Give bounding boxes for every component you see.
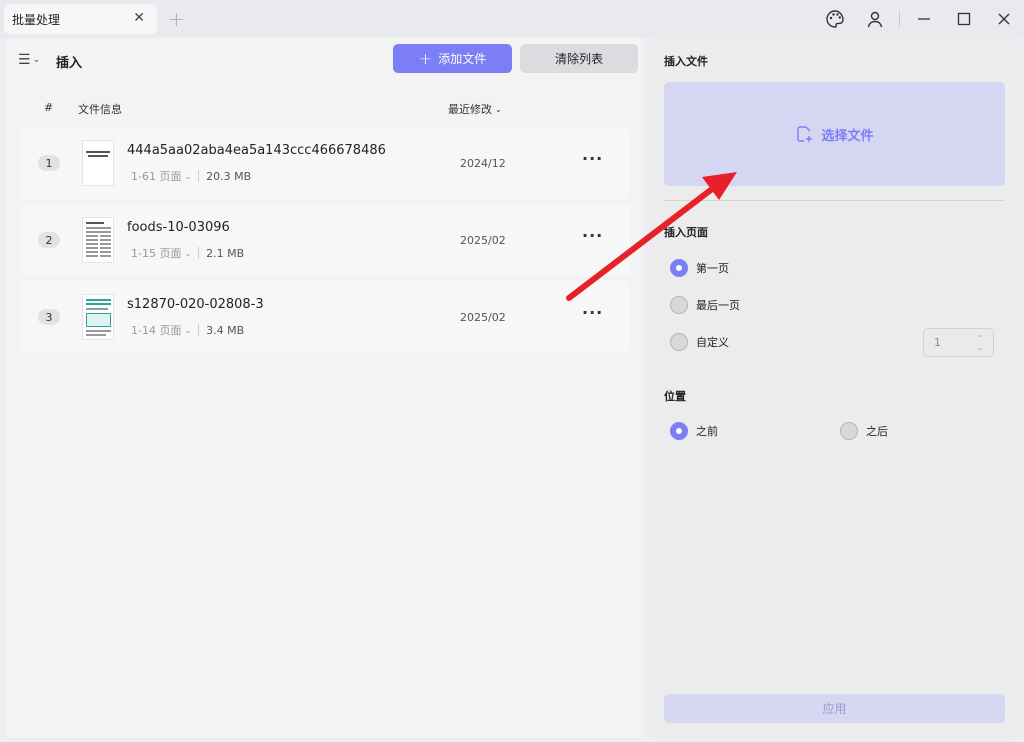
radio-label: 之后	[866, 425, 888, 438]
page-title: 插入	[56, 56, 83, 71]
column-header-modified-label: 最近修改	[448, 103, 492, 116]
file-size: 20.3 MB	[206, 169, 252, 183]
page-range[interactable]: 1-14 页面	[131, 322, 181, 338]
chevron-down-icon: ⌄	[184, 248, 192, 258]
radio-before[interactable]: 之前	[670, 422, 718, 440]
radio-after[interactable]: 之后	[840, 422, 888, 440]
file-row[interactable]: 2 foods-10-03096 1-15 页面 ⌄ 2.1 MB 2025/0…	[20, 204, 630, 276]
column-header-number: #	[44, 101, 54, 114]
radio-unchecked-icon	[670, 333, 688, 351]
radio-last-page[interactable]: 最后一页	[670, 296, 740, 314]
row-index: 3	[38, 309, 60, 325]
window-controls	[815, 0, 1024, 38]
plus-icon: +	[418, 49, 433, 68]
insert-settings-panel: 插入文件 选择文件 插入页面 第一页 最后一页 自定义 1 ⌃ ⌄ 位置 之前 之…	[650, 38, 1018, 738]
user-icon[interactable]	[855, 0, 895, 38]
file-size: 3.4 MB	[206, 323, 245, 337]
title-bar: 批量处理 ✕ +	[0, 0, 1024, 38]
file-name: foods-10-03096	[127, 220, 230, 235]
chevron-down-icon: ⌄	[184, 325, 192, 335]
radio-custom[interactable]: 自定义	[670, 333, 729, 351]
page-range[interactable]: 1-61 页面	[131, 168, 181, 184]
radio-first-page[interactable]: 第一页	[670, 259, 729, 277]
file-list-panel: ☰ ⌄ 插入 + 添加文件 清除列表 # 文件信息 最近修改 ⌄ 1 444a5…	[6, 38, 644, 738]
page-range[interactable]: 1-15 页面	[131, 245, 181, 261]
tab-close-icon[interactable]: ✕	[133, 10, 145, 26]
position-label: 位置	[664, 390, 686, 403]
column-header-info: 文件信息	[78, 103, 122, 116]
file-date: 2024/12	[460, 157, 506, 170]
divider	[899, 11, 900, 27]
radio-unchecked-icon	[840, 422, 858, 440]
chevron-down-icon: ⌄	[495, 104, 502, 114]
tab-title: 批量处理	[12, 12, 61, 27]
chevron-down-icon: ⌄	[184, 171, 192, 181]
add-file-label: 添加文件	[438, 52, 487, 66]
file-size: 2.1 MB	[206, 246, 245, 260]
divider	[664, 200, 1005, 201]
file-date: 2025/02	[460, 234, 506, 247]
file-meta: 1-14 页面 ⌄ 3.4 MB	[131, 322, 244, 338]
minimize-icon[interactable]	[904, 0, 944, 38]
file-name: 444a5aa02aba4ea5a143ccc466678486	[127, 143, 386, 158]
radio-label: 最后一页	[696, 299, 740, 312]
menu-button[interactable]: ☰ ⌄	[18, 52, 40, 68]
column-header-modified[interactable]: 最近修改 ⌄	[448, 101, 502, 117]
select-file-dropzone[interactable]: 选择文件	[664, 82, 1005, 186]
file-meta: 1-15 页面 ⌄ 2.1 MB	[131, 245, 244, 261]
file-name: s12870-020-02808-3	[127, 297, 264, 312]
file-meta: 1-61 页面 ⌄ 20.3 MB	[131, 168, 251, 184]
radio-checked-icon	[670, 422, 688, 440]
clear-list-button[interactable]: 清除列表	[520, 44, 638, 73]
add-file-button[interactable]: + 添加文件	[393, 44, 512, 73]
menu-icon: ☰	[18, 52, 31, 68]
insert-page-label: 插入页面	[664, 226, 708, 239]
palette-icon[interactable]	[815, 0, 855, 38]
insert-file-label: 插入文件	[664, 55, 708, 68]
radio-checked-icon	[670, 259, 688, 277]
radio-label: 之前	[696, 425, 718, 438]
custom-page-value: 1	[934, 336, 941, 349]
apply-button[interactable]: 应用	[664, 694, 1005, 723]
row-index: 1	[38, 155, 60, 171]
row-index: 2	[38, 232, 60, 248]
new-tab-button[interactable]: +	[168, 7, 185, 31]
file-row[interactable]: 1 444a5aa02aba4ea5a143ccc466678486 1-61 …	[20, 127, 630, 199]
more-options-icon[interactable]: ···	[582, 226, 603, 245]
tab-batch-process[interactable]: 批量处理 ✕	[4, 4, 157, 34]
file-thumbnail	[82, 140, 114, 186]
file-row[interactable]: 3 s12870-020-02808-3 1-14 页面 ⌄ 3.4 MB 20…	[20, 281, 630, 353]
close-icon[interactable]	[984, 0, 1024, 38]
file-thumbnail	[82, 294, 114, 340]
file-date: 2025/02	[460, 311, 506, 324]
radio-unchecked-icon	[670, 296, 688, 314]
more-options-icon[interactable]: ···	[582, 149, 603, 168]
chevron-down-icon: ⌄	[32, 55, 41, 65]
select-file-label: 选择文件	[821, 128, 874, 144]
custom-page-stepper[interactable]: 1 ⌃ ⌄	[923, 328, 994, 357]
maximize-icon[interactable]	[944, 0, 984, 38]
file-thumbnail	[82, 217, 114, 263]
radio-label: 自定义	[696, 336, 729, 349]
radio-label: 第一页	[696, 262, 729, 275]
add-file-icon	[797, 126, 813, 142]
stepper-arrows-icon[interactable]: ⌃ ⌄	[976, 334, 983, 352]
more-options-icon[interactable]: ···	[582, 303, 603, 322]
